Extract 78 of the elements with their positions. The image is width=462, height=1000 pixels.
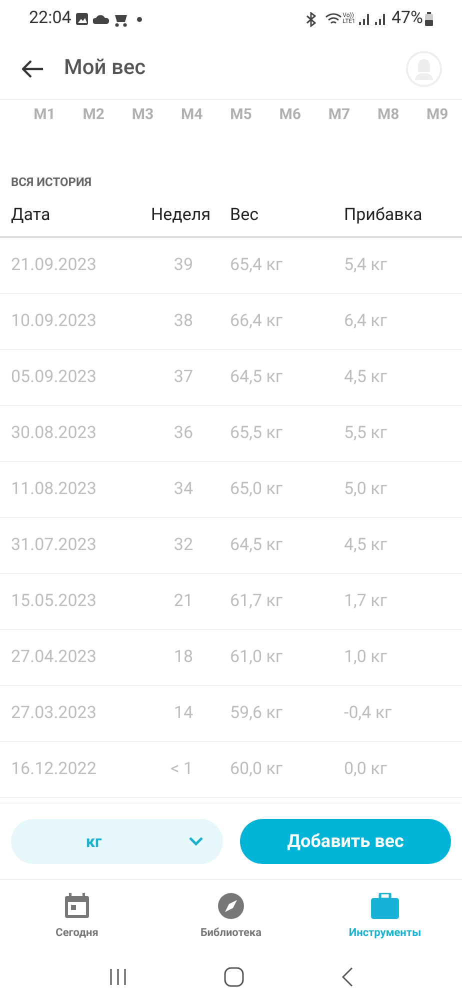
- table-cell-text: 27.04.2023: [11, 646, 98, 669]
- table-cell-text: 16.12.2022: [11, 758, 98, 781]
- home-icon[interactable]: [224, 967, 244, 987]
- dot-icon: [137, 16, 142, 22]
- table-cell-text: 66,4 кг: [230, 310, 284, 333]
- back-icon[interactable]: [341, 967, 354, 987]
- wifi-icon: [324, 12, 342, 26]
- table-cell-text: 10.09.2023: [11, 310, 98, 333]
- table-cell-text: 15.05.2023: [11, 590, 98, 613]
- table-cell-text: 1,7 кг: [344, 590, 387, 613]
- table-cell-text: 59,6 кг: [230, 702, 284, 725]
- month-tab[interactable]: M6: [279, 102, 301, 126]
- month-tab[interactable]: M5: [230, 102, 252, 126]
- table-cell-text: < 1: [170, 758, 193, 781]
- compass-icon: [218, 892, 244, 919]
- table-cell-text: 60,0 кг: [230, 758, 284, 781]
- table-cell-text: 05.09.2023: [11, 366, 98, 389]
- table-cell-text: 18: [172, 646, 193, 669]
- table-cell-text: 5,0 кг: [344, 478, 387, 501]
- table-cell-text: 4,5 кг: [344, 534, 387, 557]
- table-cell-text: 27.03.2023: [11, 702, 98, 725]
- battery-icon: [425, 12, 433, 26]
- table-cell-text: 6,4 кг: [344, 310, 387, 333]
- table-cell-text: 65,5 кг: [230, 422, 284, 445]
- nav-tab[interactable]: Библиотека: [154, 892, 308, 942]
- column-header: Неделя: [151, 204, 212, 228]
- recent-apps-icon[interactable]: [108, 968, 127, 986]
- cloud-icon: [93, 14, 110, 24]
- signal-icon: [375, 13, 388, 25]
- image-icon: [75, 12, 90, 26]
- signal-icon: [359, 13, 372, 25]
- month-tab[interactable]: M9: [426, 102, 448, 126]
- month-tab[interactable]: M7: [328, 102, 350, 126]
- month-tab[interactable]: M2: [82, 102, 105, 126]
- column-header: Прибавка: [344, 204, 422, 228]
- unit-select[interactable]: кг: [11, 819, 223, 864]
- chevron-down-icon: [189, 837, 203, 846]
- nav-tab[interactable]: Инструменты: [308, 892, 462, 942]
- table-cell-text: 34: [172, 478, 193, 501]
- column-header: Вес: [230, 204, 260, 228]
- battery-percent: 47%: [391, 7, 423, 30]
- nav-tab[interactable]: Сегодня: [0, 892, 154, 942]
- add-weight-button[interactable]: Добавить вес: [240, 819, 451, 864]
- table-cell-text: 0,0 кг: [344, 758, 387, 781]
- month-tab[interactable]: M3: [132, 102, 154, 126]
- briefcase-icon: [371, 892, 399, 919]
- table-cell-text: 5,4 кг: [344, 254, 387, 277]
- table-cell-text: 14: [172, 702, 193, 725]
- back-arrow-icon: [22, 60, 44, 78]
- table-cell-text: 1,0 кг: [344, 646, 387, 669]
- table-cell-text: 65,0 кг: [230, 478, 284, 501]
- table-cell-text: 32: [172, 534, 193, 557]
- section-title: ВСЯ ИСТОРИЯ: [11, 174, 92, 191]
- month-tab[interactable]: M8: [377, 102, 400, 126]
- status-time: 22:04: [29, 7, 72, 30]
- table-cell-text: 4,5 кг: [344, 366, 387, 389]
- table-cell-text: 31.07.2023: [11, 534, 98, 557]
- calendar-icon: [64, 892, 90, 919]
- table-cell-text: 5,5 кг: [344, 422, 387, 445]
- table-cell-text: 39: [172, 254, 193, 277]
- column-header: Дата: [11, 204, 52, 228]
- table-cell-text: -0,4 кг: [344, 702, 392, 725]
- table-cell-text: 11.08.2023: [11, 478, 98, 501]
- table-cell-text: 64,5 кг: [230, 534, 284, 557]
- bluetooth-icon: [304, 12, 317, 26]
- page-title: Мой вес: [64, 54, 146, 82]
- table-cell-text: 61,0 кг: [230, 646, 284, 669]
- table-cell-text: 21.09.2023: [11, 254, 98, 277]
- table-cell-text: 37: [172, 366, 193, 389]
- month-tab[interactable]: M1: [34, 102, 56, 126]
- table-cell-text: 36: [172, 422, 193, 445]
- table-cell-text: 21: [172, 590, 193, 613]
- table-cell-text: 30.08.2023: [11, 422, 98, 445]
- table-cell-text: 38: [172, 310, 193, 333]
- table-cell-text: 61,7 кг: [230, 590, 284, 613]
- month-tab[interactable]: M4: [181, 102, 203, 126]
- table-cell-text: 65,4 кг: [230, 254, 284, 277]
- table-cell-text: 64,5 кг: [230, 366, 284, 389]
